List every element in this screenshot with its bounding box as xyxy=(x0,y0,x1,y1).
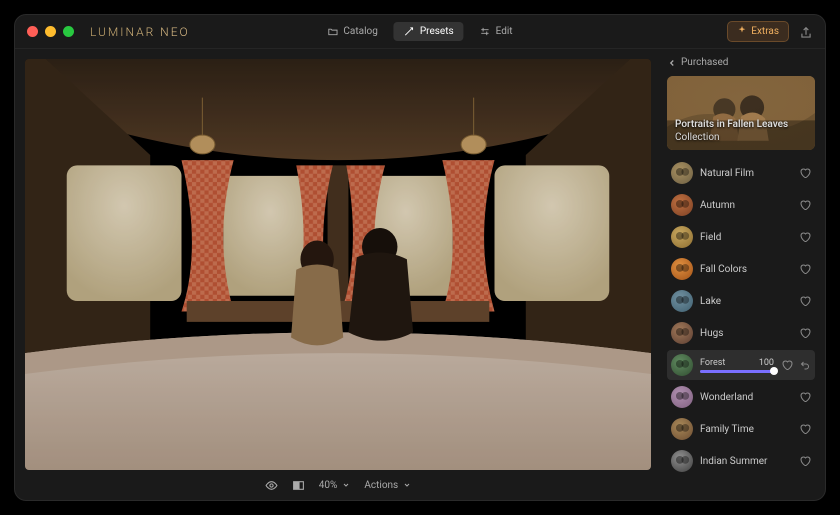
preview-toggle[interactable] xyxy=(265,479,278,492)
preset-label: Family Time xyxy=(700,424,792,435)
collection-subtitle: Collection xyxy=(675,132,788,145)
heart-icon[interactable] xyxy=(799,231,811,243)
heart-icon[interactable] xyxy=(799,391,811,403)
app-logo: LUMINAR NEO xyxy=(90,25,190,39)
tab-presets[interactable]: Presets xyxy=(394,22,464,41)
tab-edit[interactable]: Edit xyxy=(470,22,523,41)
folder-icon xyxy=(327,26,338,37)
tab-catalog[interactable]: Catalog xyxy=(317,22,387,41)
preset-label: Autumn xyxy=(700,200,792,211)
actions-dropdown[interactable]: Actions xyxy=(364,480,411,491)
split-view-icon xyxy=(292,479,305,492)
titlebar: LUMINAR NEO Catalog Presets Edit xyxy=(15,15,825,49)
minimize-window-button[interactable] xyxy=(45,26,56,37)
heart-icon[interactable] xyxy=(799,295,811,307)
heart-icon[interactable] xyxy=(799,199,811,211)
close-window-button[interactable] xyxy=(27,26,38,37)
preset-thumb xyxy=(671,386,693,408)
preset-label: Field xyxy=(700,232,792,243)
canvas-toolbar: 40% Actions xyxy=(25,470,651,500)
heart-icon[interactable] xyxy=(781,359,793,371)
tab-edit-label: Edit xyxy=(496,26,513,37)
tab-presets-label: Presets xyxy=(420,26,454,37)
heart-icon[interactable] xyxy=(799,263,811,275)
preset-thumb xyxy=(671,322,693,344)
eye-icon xyxy=(265,479,278,492)
preset-list: Natural Film Autumn Field Fall Colors La… xyxy=(667,158,815,476)
main-photo[interactable] xyxy=(25,59,651,470)
app-window: LUMINAR NEO Catalog Presets Edit xyxy=(14,14,826,501)
sidebar-back[interactable]: Purchased xyxy=(667,57,815,68)
preset-label: Hugs xyxy=(700,328,792,339)
preset-thumb xyxy=(671,354,693,376)
preset-value: 100 xyxy=(759,358,774,368)
nav-tabs: Catalog Presets Edit xyxy=(317,22,522,41)
extras-label: Extras xyxy=(751,26,779,37)
preset-thumb xyxy=(671,162,693,184)
preset-label: Wonderland xyxy=(700,392,792,403)
share-icon[interactable] xyxy=(799,25,813,39)
collection-title: Portraits in Fallen Leaves xyxy=(675,119,788,132)
preset-thumb xyxy=(671,226,693,248)
preset-item[interactable]: Wonderland xyxy=(667,382,815,412)
fullscreen-window-button[interactable] xyxy=(63,26,74,37)
preset-label: Natural Film xyxy=(700,168,792,179)
preset-item[interactable]: Natural Film xyxy=(667,158,815,188)
preset-thumb xyxy=(671,194,693,216)
preset-thumb xyxy=(671,290,693,312)
preset-label: Indian Summer xyxy=(700,456,792,467)
sparkle-icon xyxy=(737,25,747,38)
heart-icon[interactable] xyxy=(799,455,811,467)
preset-label: Forest xyxy=(700,358,725,368)
preset-thumb xyxy=(671,450,693,472)
collection-card[interactable]: Portraits in Fallen Leaves Collection xyxy=(667,76,815,150)
preset-label: Fall Colors xyxy=(700,264,792,275)
heart-icon[interactable] xyxy=(799,327,811,339)
heart-icon[interactable] xyxy=(799,167,811,179)
preset-item[interactable]: Lake xyxy=(667,286,815,316)
presets-sidebar: Purchased Portraits in Fallen Leaves Col… xyxy=(659,49,825,500)
sliders-icon xyxy=(480,26,491,37)
heart-icon[interactable] xyxy=(799,423,811,435)
preset-slider[interactable] xyxy=(700,370,774,373)
canvas-area: 40% Actions xyxy=(15,49,659,500)
tab-catalog-label: Catalog xyxy=(343,26,377,37)
chevron-left-icon xyxy=(667,58,677,68)
preset-thumb xyxy=(671,258,693,280)
zoom-value: 40% xyxy=(319,480,338,491)
actions-label: Actions xyxy=(364,480,398,491)
wand-icon xyxy=(404,26,415,37)
preset-item[interactable]: Fall Colors xyxy=(667,254,815,284)
preset-item[interactable]: Family Time xyxy=(667,414,815,444)
window-controls xyxy=(27,26,74,37)
preset-item[interactable]: Indian Summer xyxy=(667,446,815,476)
preset-item[interactable]: Forest 100 xyxy=(667,350,815,380)
preset-thumb xyxy=(671,418,693,440)
compare-toggle[interactable] xyxy=(292,479,305,492)
chevron-down-icon xyxy=(403,481,411,489)
chevron-down-icon xyxy=(342,481,350,489)
sidebar-back-label: Purchased xyxy=(681,57,728,68)
preset-item[interactable]: Autumn xyxy=(667,190,815,220)
collection-title-block: Portraits in Fallen Leaves Collection xyxy=(675,119,788,144)
preset-item[interactable]: Field xyxy=(667,222,815,252)
zoom-dropdown[interactable]: 40% xyxy=(319,480,351,491)
undo-icon[interactable] xyxy=(799,359,811,371)
preset-label: Lake xyxy=(700,296,792,307)
extras-button[interactable]: Extras xyxy=(727,21,789,42)
preset-item[interactable]: Hugs xyxy=(667,318,815,348)
